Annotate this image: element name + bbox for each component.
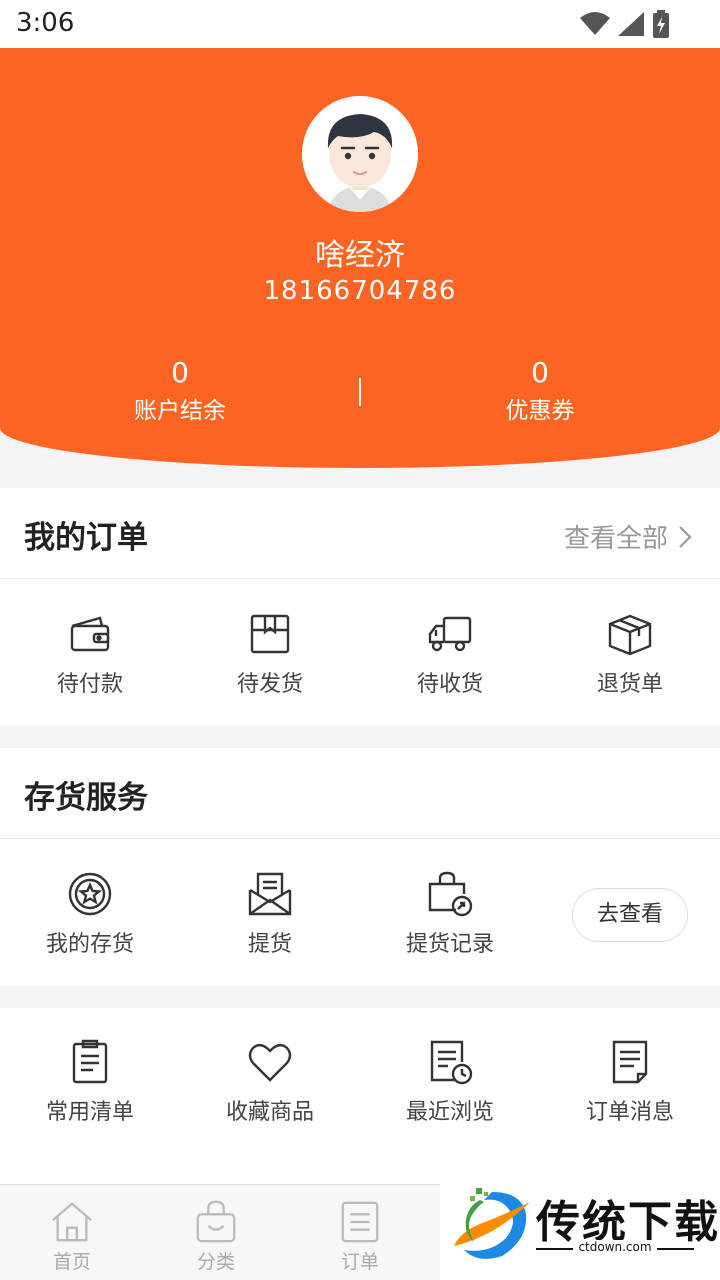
stat-value: 0 (531, 356, 549, 389)
watermark: 传统下载 ctdown.com (440, 1172, 720, 1280)
order-returns[interactable]: 退货单 (540, 610, 720, 698)
wallet-icon (70, 616, 110, 652)
user-phone: 18166704786 (263, 276, 457, 306)
order-pending-shipment[interactable]: 待发货 (180, 610, 360, 698)
tool-recent-views[interactable]: 最近浏览 (360, 1038, 540, 1126)
orders-title: 我的订单 (24, 520, 148, 556)
user-name: 啥经济 (315, 238, 405, 273)
order-item-label: 待收货 (416, 672, 483, 697)
status-time: 3:06 (16, 8, 75, 38)
tools-section: 常用清单 收藏商品 最近浏览 订单消息 (0, 1008, 720, 1184)
bag-record-icon (428, 871, 473, 917)
signal-icon (618, 12, 644, 36)
document-icon (612, 1040, 648, 1084)
stat-account-balance[interactable]: 0 账户结余 (30, 356, 330, 425)
chevron-right-icon (679, 525, 692, 548)
watermark-url: ctdown.com (536, 1240, 694, 1254)
stat-label: 优惠券 (505, 398, 575, 424)
inventory-title: 存货服务 (24, 780, 148, 816)
tool-favorites[interactable]: 收藏商品 (180, 1038, 360, 1126)
orders-section: 我的订单 查看全部 待付款 待发货 待收货 退货单 (0, 488, 720, 726)
clipboard-icon (72, 1039, 108, 1084)
inventory-pickup-records[interactable]: 提货记录 (360, 870, 540, 958)
divider (0, 578, 720, 579)
order-item-label: 待发货 (236, 672, 303, 697)
watermark-url-text: ctdown.com (573, 1240, 657, 1254)
inventory-pickup[interactable]: 提货 (180, 870, 360, 958)
star-badge-icon (68, 872, 112, 916)
wifi-icon (580, 12, 610, 35)
divider (0, 838, 720, 839)
order-pending-payment[interactable]: 待付款 (0, 610, 180, 698)
tool-item-label: 常用清单 (45, 1100, 134, 1125)
tab-category[interactable]: 分类 (144, 1185, 288, 1280)
order-item-label: 待付款 (56, 672, 123, 697)
home-icon (52, 1202, 92, 1242)
go-view-button[interactable]: 去查看 (572, 888, 688, 942)
shopping-bag-icon (196, 1200, 236, 1243)
inventory-my-stock[interactable]: 我的存货 (0, 870, 180, 958)
battery-icon (653, 10, 669, 38)
status-icons (580, 10, 670, 38)
inventory-section: 存货服务 我的存货 提货 提货记录 去查看 (0, 748, 720, 986)
stat-coupons[interactable]: 0 优惠券 (390, 356, 690, 425)
tab-home[interactable]: 首页 (0, 1185, 144, 1280)
history-icon (430, 1040, 473, 1085)
stat-label: 账户结余 (134, 398, 226, 424)
heart-icon (248, 1043, 292, 1082)
tool-item-label: 订单消息 (585, 1100, 674, 1125)
tab-label: 订单 (340, 1251, 379, 1273)
inventory-item-label: 我的存货 (45, 932, 134, 957)
bottom-tab-bar: 首页 分类 订单 (0, 1184, 440, 1280)
view-all-orders-link[interactable]: 查看全部 (564, 518, 692, 555)
watermark-logo-icon (454, 1188, 530, 1259)
tab-label: 首页 (52, 1251, 91, 1273)
tab-orders[interactable]: 订单 (288, 1185, 432, 1280)
tool-item-label: 收藏商品 (225, 1100, 314, 1125)
orders-grid: 待付款 待发货 待收货 退货单 (0, 610, 720, 698)
tool-common-list[interactable]: 常用清单 (0, 1038, 180, 1126)
tool-item-label: 最近浏览 (405, 1100, 494, 1125)
tool-order-messages[interactable]: 订单消息 (540, 1038, 720, 1126)
stat-value: 0 (171, 356, 189, 389)
status-bar: 3:06 (0, 0, 720, 48)
stat-divider (359, 378, 361, 406)
truck-icon (428, 616, 472, 652)
inventory-item-label: 提货记录 (405, 932, 494, 957)
order-pending-receipt[interactable]: 待收货 (360, 610, 540, 698)
package-icon (250, 614, 290, 654)
avatar-icon (302, 96, 418, 212)
view-all-label: 查看全部 (563, 524, 668, 554)
avatar[interactable] (302, 96, 418, 212)
order-item-label: 退货单 (596, 672, 663, 697)
box-icon (608, 614, 652, 656)
envelope-icon (248, 872, 292, 916)
inventory-item-label: 提货 (247, 932, 292, 957)
tools-grid: 常用清单 收藏商品 最近浏览 订单消息 (0, 1038, 720, 1126)
inventory-grid: 我的存货 提货 提货记录 (0, 870, 540, 958)
tab-label: 分类 (196, 1251, 235, 1273)
list-icon (341, 1201, 379, 1243)
